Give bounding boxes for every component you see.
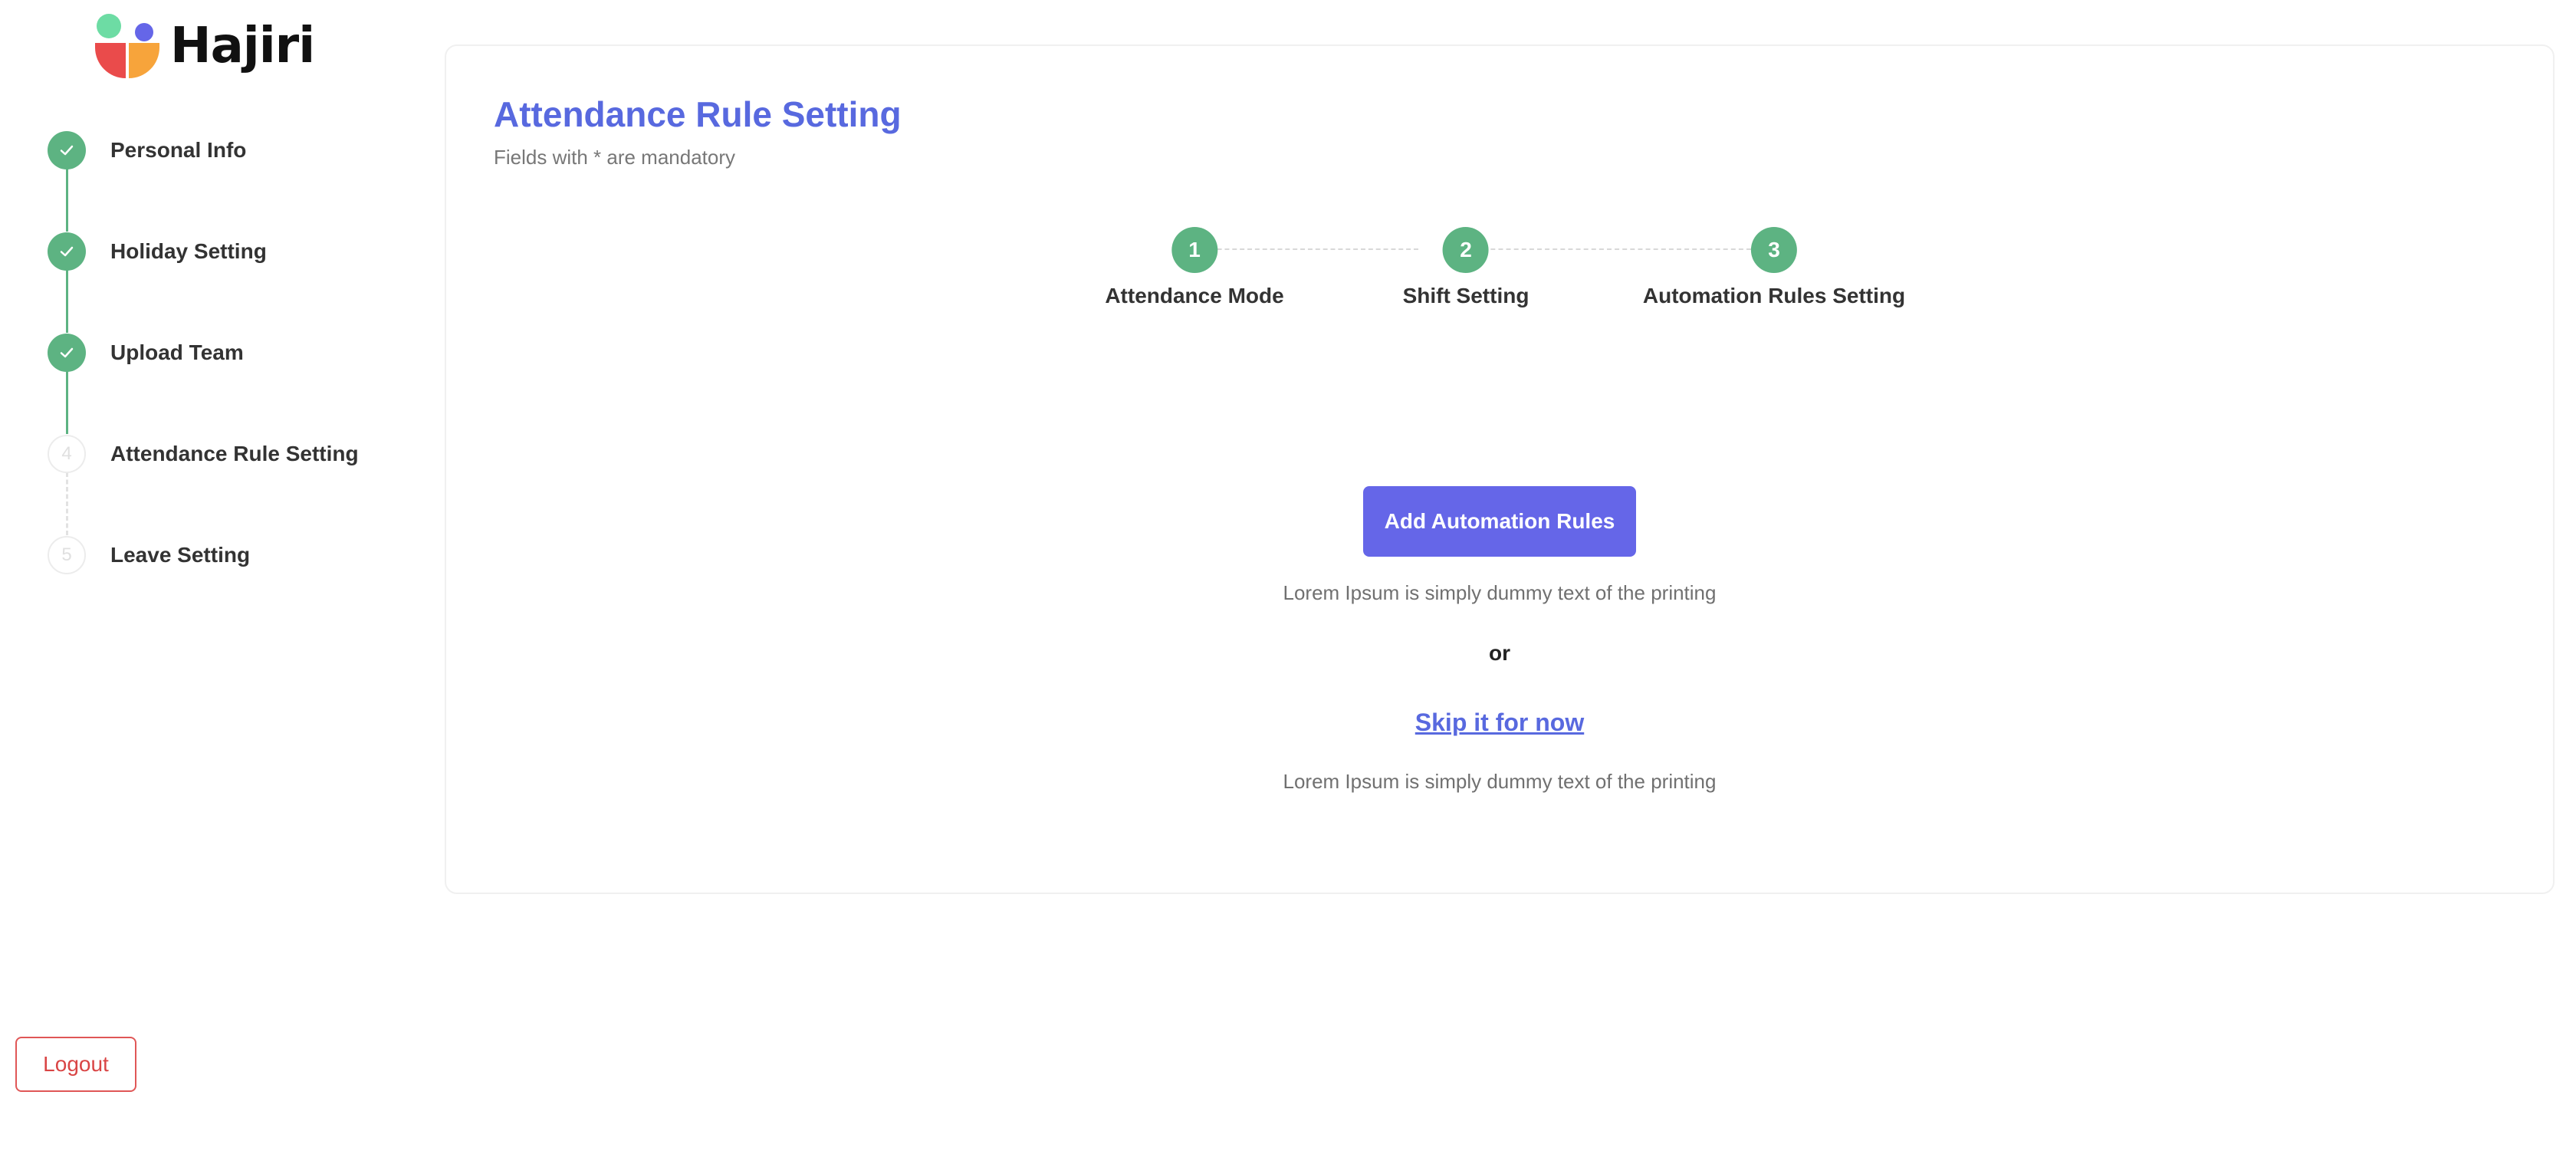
step-connector bbox=[66, 371, 68, 434]
step-connector bbox=[66, 169, 68, 232]
sidebar-step-label: Attendance Rule Setting bbox=[110, 442, 359, 465]
substep-label: Shift Setting bbox=[1402, 284, 1530, 307]
step-connector bbox=[66, 472, 68, 535]
substep-attendance-mode[interactable]: 1 Attendance Mode bbox=[1105, 227, 1284, 308]
step-complete-badge bbox=[48, 232, 86, 271]
sidebar-step-holiday-setting[interactable]: Holiday Setting bbox=[48, 232, 267, 271]
sidebar-step-leave-setting[interactable]: 5 Leave Setting bbox=[48, 535, 250, 575]
sidebar-step-upload-team[interactable]: Upload Team bbox=[48, 333, 244, 373]
step-number-badge: 5 bbox=[48, 536, 86, 574]
attendance-substep-stepper: 1 Attendance Mode 2 Shift Setting 3 Auto… bbox=[446, 227, 2553, 319]
skip-description-row: Lorem Ipsum is simply dummy text of the … bbox=[446, 770, 2553, 794]
substep-automation-rules-setting[interactable]: 3 Automation Rules Setting bbox=[1643, 227, 1905, 308]
add-description-row: Lorem Ipsum is simply dummy text of the … bbox=[446, 581, 2553, 605]
add-rules-section: Add Automation Rules bbox=[446, 486, 2553, 557]
sidebar-step-personal-info[interactable]: Personal Info bbox=[48, 130, 246, 170]
sidebar-step-attendance-rule-setting[interactable]: 4 Attendance Rule Setting bbox=[48, 434, 359, 474]
sidebar-step-label: Holiday Setting bbox=[110, 239, 267, 263]
or-divider-row: or bbox=[446, 641, 2553, 666]
skip-for-now-link[interactable]: Skip it for now bbox=[1415, 709, 1584, 737]
check-icon bbox=[60, 347, 74, 358]
sidebar-step-label: Upload Team bbox=[110, 340, 244, 364]
mandatory-fields-note: Fields with * are mandatory bbox=[494, 146, 736, 169]
substep-number-badge: 3 bbox=[1750, 227, 1797, 273]
substep-shift-setting[interactable]: 2 Shift Setting bbox=[1402, 227, 1530, 308]
substep-number-badge: 2 bbox=[1443, 227, 1489, 273]
attendance-rule-card: Attendance Rule Setting Fields with * ar… bbox=[445, 44, 2555, 894]
substep-label: Attendance Mode bbox=[1105, 284, 1284, 307]
step-connector bbox=[66, 270, 68, 333]
step-complete-badge bbox=[48, 334, 86, 372]
step-complete-badge bbox=[48, 131, 86, 169]
page-title: Attendance Rule Setting bbox=[494, 94, 902, 134]
hajiri-logo-mark-icon bbox=[95, 14, 159, 78]
skip-description: Lorem Ipsum is simply dummy text of the … bbox=[1283, 770, 1717, 793]
substep-number-badge: 1 bbox=[1171, 227, 1217, 273]
brand-name: Hajiri bbox=[170, 18, 315, 74]
sidebar-step-label: Personal Info bbox=[110, 138, 247, 162]
hajiri-logo: Hajiri bbox=[94, 11, 315, 81]
add-description: Lorem Ipsum is simply dummy text of the … bbox=[1283, 581, 1717, 604]
skip-row: Skip it for now bbox=[446, 709, 2553, 737]
check-icon bbox=[60, 145, 74, 156]
step-number-badge: 4 bbox=[48, 435, 86, 473]
logout-button[interactable]: Logout bbox=[15, 1037, 136, 1092]
check-icon bbox=[60, 246, 74, 257]
sidebar-step-label: Leave Setting bbox=[110, 543, 251, 567]
add-automation-rules-button[interactable]: Add Automation Rules bbox=[1363, 486, 1636, 557]
substep-label: Automation Rules Setting bbox=[1642, 284, 1906, 307]
or-divider: or bbox=[1489, 641, 1510, 665]
